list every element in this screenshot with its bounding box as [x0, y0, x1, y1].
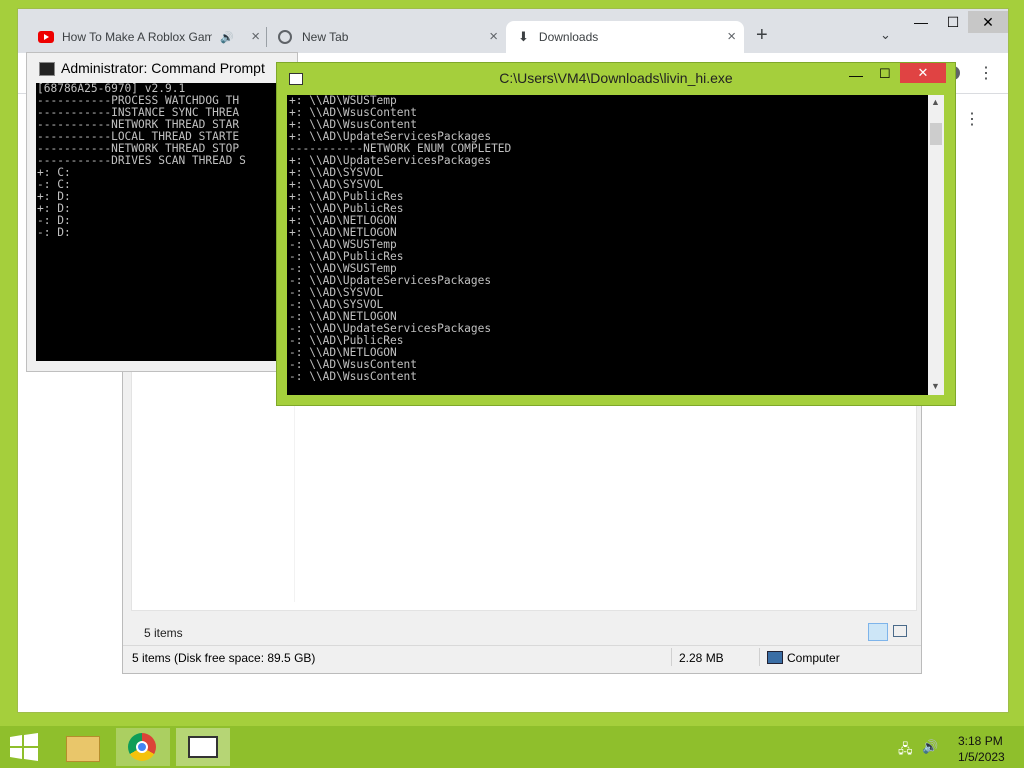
close-tab-icon[interactable]: ×	[251, 29, 260, 45]
console-line: -: D:	[37, 226, 71, 239]
admin-command-prompt-window: Administrator: Command Prompt [68786A25-…	[26, 52, 298, 372]
taskbar-file-explorer[interactable]	[56, 728, 110, 766]
close-icon[interactable]: ✕	[900, 63, 946, 83]
console-line: +: D:	[37, 190, 71, 203]
folder-icon	[66, 736, 100, 762]
items-count: 5 items	[144, 626, 183, 640]
tab-youtube[interactable]: How To Make A Roblox Game 🔊 ×	[28, 21, 268, 53]
console-line: +: \\AD\UpdateServicesPackages	[289, 154, 492, 167]
taskbar-console[interactable]	[176, 728, 230, 766]
youtube-icon	[38, 31, 54, 43]
download-icon: ⬇	[518, 29, 529, 44]
tab-downloads[interactable]: ⬇ Downloads ×	[506, 21, 744, 53]
start-button[interactable]	[0, 728, 54, 766]
minimize-icon[interactable]: —	[904, 11, 938, 33]
speaker-icon: 🔊	[220, 31, 234, 44]
console-output[interactable]: +: \\AD\WSUSTemp +: \\AD\WsusContent +: \\…	[287, 95, 929, 395]
window-title: Administrator: Command Prompt	[61, 60, 265, 76]
vertical-scrollbar[interactable]: ▲ ▼	[928, 95, 944, 395]
tab-new-tab[interactable]: New Tab ×	[268, 21, 506, 53]
status-size: 2.28 MB	[679, 651, 724, 665]
menu-icon[interactable]: ⋮	[978, 63, 994, 83]
console-line: -: C:	[37, 178, 71, 191]
clock-time[interactable]: 3:18 PM	[958, 734, 1003, 748]
tab-search-icon[interactable]: ⌄	[880, 27, 891, 43]
maximize-icon[interactable]: ☐	[879, 66, 891, 82]
column-divider	[294, 402, 295, 602]
scroll-down-icon[interactable]: ▼	[931, 381, 940, 391]
tab-title: How To Make A Roblox Game	[62, 30, 212, 44]
console-line: +: C:	[37, 166, 71, 179]
close-tab-icon[interactable]: ×	[489, 29, 498, 45]
scroll-thumb[interactable]	[930, 123, 942, 145]
details-view-icon[interactable]	[868, 623, 888, 641]
status-divider	[759, 648, 760, 666]
console-line: +: \\AD\SYSVOL	[289, 166, 384, 179]
clock-date[interactable]: 1/5/2023	[958, 750, 1005, 764]
new-tab-button[interactable]: +	[756, 24, 768, 47]
console-line: -: \\AD\UpdateServicesPackages	[289, 274, 492, 287]
tab-title: New Tab	[302, 30, 349, 44]
large-icons-view-icon[interactable]	[893, 625, 907, 637]
taskbar: 🖧 🔊 3:18 PM 1/5/2023	[0, 726, 1024, 768]
tab-strip: How To Make A Roblox Game 🔊 × New Tab × …	[18, 9, 1008, 53]
minimize-icon[interactable]: —	[849, 67, 863, 83]
chrome-icon	[128, 733, 156, 761]
console-line: -: \\AD\WsusContent	[289, 370, 417, 383]
computer-icon	[767, 651, 783, 664]
status-bar: 5 items (Disk free space: 89.5 GB) 2.28 …	[123, 645, 921, 668]
status-divider	[671, 648, 672, 666]
network-icon[interactable]: 🖧	[898, 740, 913, 762]
maximize-icon[interactable]: ☐	[936, 11, 970, 33]
volume-icon[interactable]: 🔊	[922, 739, 938, 755]
console-line: -: D:	[37, 214, 71, 227]
status-items: 5 items (Disk free space: 89.5 GB)	[132, 651, 316, 665]
windows-logo-icon	[10, 733, 38, 761]
close-icon[interactable]: ✕	[968, 11, 1008, 33]
console-line: +: D:	[37, 202, 71, 215]
console-output[interactable]: [68786A25-6970] v2.9.1 -----------PROCESS…	[36, 83, 297, 361]
scroll-up-icon[interactable]: ▲	[931, 97, 940, 107]
cmd-icon	[39, 62, 55, 76]
console-line: -: \\AD\SYSVOL	[289, 286, 384, 299]
console-app-icon	[188, 736, 218, 758]
chrome-icon	[278, 30, 292, 44]
close-tab-icon[interactable]: ×	[727, 29, 736, 45]
livin-console-window: C:\Users\VM4\Downloads\livin_hi.exe — ☐ …	[276, 62, 956, 406]
more-options-icon[interactable]: ⋮	[964, 109, 980, 129]
console-line: -----------DRIVES SCAN THREAD S	[37, 154, 246, 167]
tab-title: Downloads	[538, 30, 599, 44]
taskbar-chrome[interactable]	[116, 728, 170, 766]
explorer-window: 5 items 5 items (Disk free space: 89.5 G…	[122, 360, 922, 674]
status-location: Computer	[787, 651, 840, 665]
